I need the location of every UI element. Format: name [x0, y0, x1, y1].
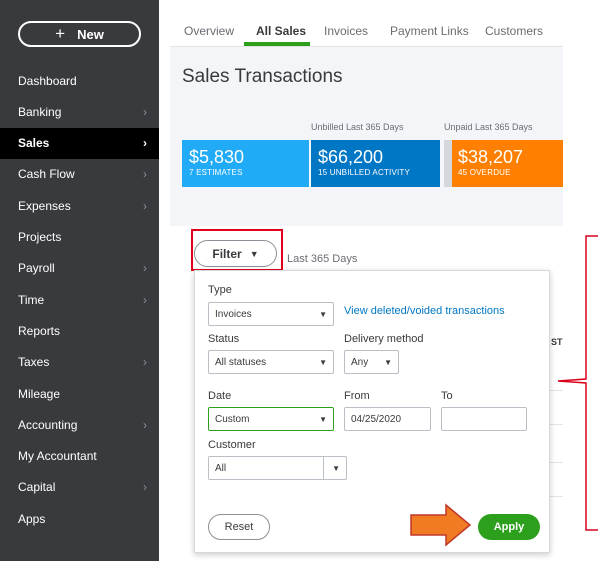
sidebar-item-label: Projects	[18, 230, 62, 244]
page-title: Sales Transactions	[182, 66, 343, 87]
chevron-right-icon: ›	[143, 292, 147, 307]
sidebar-item-label: Expenses	[18, 198, 71, 213]
sidebar-item-label: Sales	[18, 136, 50, 151]
caret-down-icon: ▼	[319, 414, 327, 424]
from-date-input[interactable]: 04/25/2020	[344, 407, 431, 431]
chevron-right-icon: ›	[143, 104, 147, 119]
chevron-right-icon: ›	[143, 480, 147, 495]
from-label: From	[344, 390, 370, 402]
chevron-right-icon: ›	[143, 198, 147, 213]
date-value: Custom	[215, 413, 250, 425]
sidebar-item-cash-flow[interactable]: Cash Flow ›	[0, 159, 159, 190]
unbilled-card[interactable]: $66,200 15 UNBILLED ACTIVITY	[311, 140, 440, 187]
unbilled-label: Unbilled Last 365 Days	[311, 122, 404, 132]
type-value: Invoices	[215, 308, 252, 320]
sidebar-item-label: Accounting	[18, 417, 78, 432]
annotation-arrow-icon	[410, 503, 472, 547]
sidebar-item-label: Dashboard	[18, 73, 77, 88]
view-deleted-link[interactable]: View deleted/voided transactions	[344, 305, 505, 317]
delivery-method-value: Any	[351, 356, 369, 368]
sidebar-item-accounting[interactable]: Accounting ›	[0, 409, 159, 440]
overdue-caption: 45 OVERDUE	[458, 168, 511, 177]
sidebar-item-label: Banking	[18, 104, 62, 119]
delivery-method-select[interactable]: Any ▼	[344, 350, 399, 374]
estimates-amount: $5,830	[189, 147, 245, 167]
sidebar-item-label: Taxes	[18, 355, 50, 370]
to-label: To	[441, 390, 453, 402]
customer-value: All	[215, 462, 227, 474]
new-button[interactable]: + New	[18, 21, 141, 47]
filter-dropdown-panel: Type Invoices ▼ View deleted/voided tran…	[194, 270, 550, 553]
annotation-bracket-icon	[557, 235, 598, 531]
tab-overview[interactable]: Overview	[184, 24, 234, 38]
new-button-label: New	[77, 26, 104, 42]
sidebar-item-expenses[interactable]: Expenses ›	[0, 190, 159, 221]
left-navigation: + New Dashboard Banking › Sales › Cash Flow › E…	[0, 0, 159, 561]
caret-down-icon: ▼	[384, 357, 392, 367]
sidebar-item-projects[interactable]: Projects	[0, 222, 159, 253]
sidebar-item-label: Mileage	[18, 386, 61, 401]
delivery-method-label: Delivery method	[344, 333, 424, 345]
unbilled-amount: $66,200	[318, 147, 384, 167]
sidebar-item-label: Payroll	[18, 261, 55, 276]
sidebar-item-label: Cash Flow	[18, 167, 75, 182]
from-date-value: 04/25/2020	[351, 413, 402, 425]
tab-customers[interactable]: Customers	[485, 24, 543, 38]
tab-payment-links[interactable]: Payment Links	[390, 24, 469, 38]
estimates-caption: 7 ESTIMATES	[189, 168, 243, 177]
chevron-right-icon: ›	[143, 261, 147, 276]
status-label: Status	[208, 333, 240, 345]
sidebar-item-mileage[interactable]: Mileage	[0, 378, 159, 409]
dropdown-separator	[323, 457, 324, 479]
reset-button[interactable]: Reset	[208, 514, 270, 540]
sidebar-item-capital[interactable]: Capital ›	[0, 472, 159, 503]
caret-down-icon: ▼	[319, 309, 327, 319]
plus-icon: +	[55, 24, 66, 43]
unpaid-label: Unpaid Last 365 Days	[444, 122, 533, 132]
customer-select[interactable]: All ▼	[208, 456, 347, 480]
main-content: Overview All Sales Invoices Payment Link…	[170, 0, 563, 561]
to-date-input[interactable]	[441, 407, 527, 431]
sidebar-item-banking[interactable]: Banking ›	[0, 96, 159, 127]
estimates-card[interactable]: $5,830 7 ESTIMATES	[182, 140, 309, 187]
chevron-right-icon: ›	[143, 136, 147, 151]
type-select[interactable]: Invoices ▼	[208, 302, 334, 326]
unbilled-caption: 15 UNBILLED ACTIVITY	[318, 168, 411, 177]
type-label: Type	[208, 284, 232, 296]
sidebar-item-payroll[interactable]: Payroll ›	[0, 253, 159, 284]
date-label: Date	[208, 390, 232, 402]
chevron-right-icon: ›	[143, 355, 147, 370]
sidebar-item-label: Capital	[18, 480, 56, 495]
active-tab-indicator	[244, 42, 310, 46]
sidebar-item-reports[interactable]: Reports	[0, 315, 159, 346]
sidebar-item-my-accountant[interactable]: My Accountant	[0, 441, 159, 472]
sidebar-item-label: Apps	[18, 511, 46, 526]
date-select[interactable]: Custom ▼	[208, 407, 334, 431]
sales-tab-bar: Overview All Sales Invoices Payment Link…	[170, 0, 563, 47]
tab-all-sales[interactable]: All Sales	[256, 24, 306, 38]
chevron-right-icon: ›	[143, 167, 147, 182]
sidebar-item-time[interactable]: Time ›	[0, 284, 159, 315]
status-select[interactable]: All statuses ▼	[208, 350, 334, 374]
sidebar-item-dashboard[interactable]: Dashboard	[0, 65, 159, 96]
overdue-amount: $38,207	[458, 147, 524, 167]
sidebar-item-label: Reports	[18, 323, 61, 338]
date-range-label: Last 365 Days	[287, 253, 358, 265]
chevron-right-icon: ›	[143, 417, 147, 432]
sidebar-item-apps[interactable]: Apps	[0, 503, 159, 534]
tab-invoices[interactable]: Invoices	[324, 24, 368, 38]
sidebar-item-label: Time	[18, 292, 45, 307]
overdue-card[interactable]: $38,207 45 OVERDUE	[444, 140, 563, 187]
customer-label: Customer	[208, 439, 256, 451]
caret-down-icon: ▼	[319, 357, 327, 367]
status-value: All statuses	[215, 356, 267, 368]
caret-down-icon: ▼	[332, 463, 340, 473]
sidebar-item-taxes[interactable]: Taxes ›	[0, 347, 159, 378]
sidebar-item-label: My Accountant	[18, 449, 97, 464]
filter-highlight-box	[191, 229, 283, 271]
sidebar-item-sales[interactable]: Sales ›	[0, 127, 159, 159]
apply-button[interactable]: Apply	[478, 514, 540, 540]
